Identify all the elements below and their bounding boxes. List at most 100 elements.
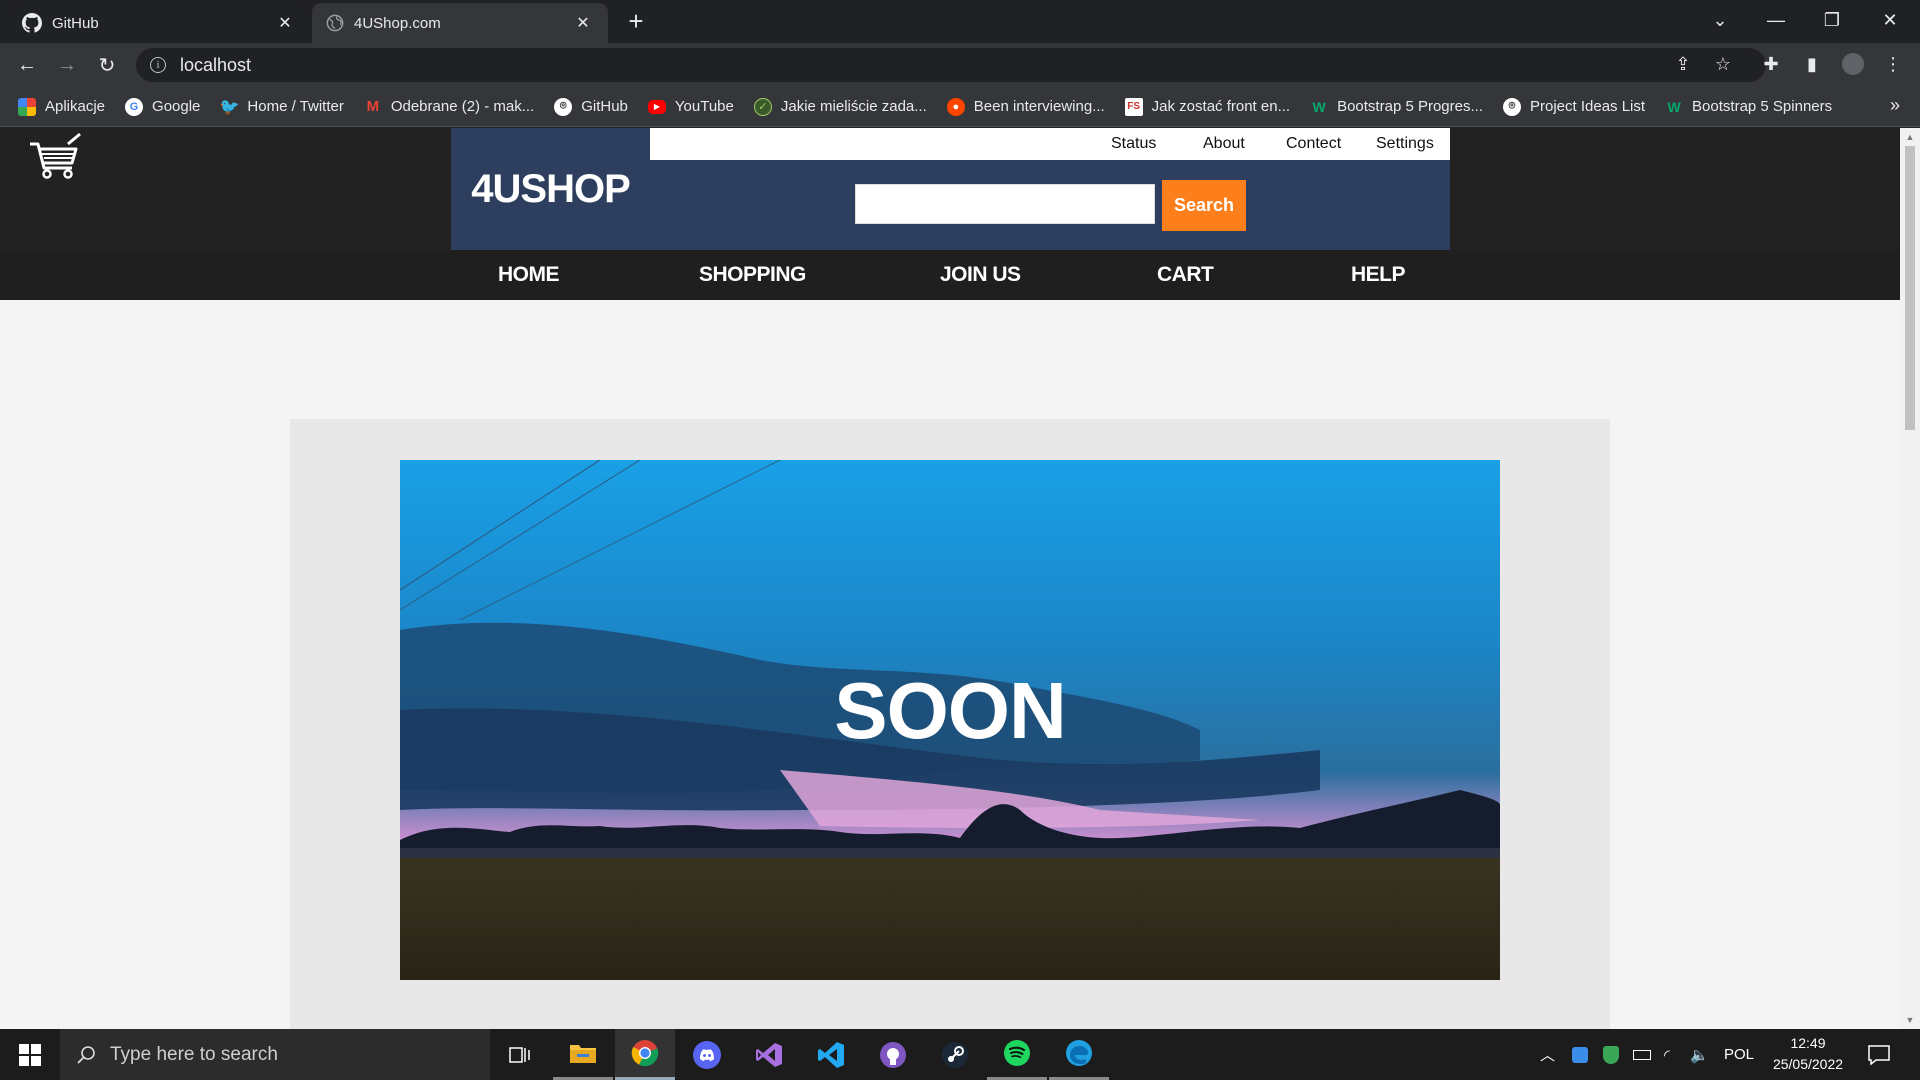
wifi-icon[interactable]: ◜: [1664, 1029, 1670, 1080]
edge-icon[interactable]: [1049, 1029, 1109, 1080]
bookmark-twitter[interactable]: 🐦 Home / Twitter: [219, 98, 343, 116]
address-bar[interactable]: i localhost: [136, 48, 1766, 82]
nav-home[interactable]: HOME: [498, 263, 560, 287]
nav-cart[interactable]: CART: [1157, 263, 1214, 287]
shopping-cart-icon[interactable]: [28, 132, 82, 180]
notifications-icon[interactable]: [1868, 1029, 1890, 1080]
new-tab-button[interactable]: +: [622, 8, 650, 36]
main-navigation: HOME SHOPPING JOIN US CART HELP: [0, 250, 1900, 300]
clock-time: 12:49: [1790, 1035, 1826, 1051]
bookmark-reddit[interactable]: ● Been interviewing...: [946, 97, 1105, 116]
nav-help[interactable]: HELP: [1351, 263, 1406, 287]
restore-icon[interactable]: ❐: [1804, 0, 1860, 40]
task-view-icon[interactable]: [490, 1029, 550, 1080]
bookmark-google[interactable]: G Google: [125, 97, 200, 116]
site-icon: ✓: [753, 97, 772, 116]
bookmark-bootstrap-spinners[interactable]: W Bootstrap 5 Spinners: [1665, 98, 1832, 116]
github-icon: [22, 13, 42, 33]
show-hidden-icons-chevron-icon[interactable]: ︿: [1540, 1029, 1555, 1080]
nav-join-us[interactable]: JOIN US: [940, 263, 1021, 287]
page-viewport: 4USHOP Status About Contect Settings Sea…: [0, 128, 1900, 1029]
link-about[interactable]: About: [1203, 135, 1245, 153]
bookmark-aplikacje[interactable]: Aplikacje: [18, 97, 105, 116]
tab-title: 4UShop.com: [354, 14, 441, 32]
bookmarks-bar: Aplikacje G Google 🐦 Home / Twitter M Od…: [0, 87, 1920, 127]
browser-toolbar: ← → ↻ i localhost ⇪ ☆ ✚ ▮ ⋮: [0, 43, 1920, 87]
tab-4ushop[interactable]: 4UShop.com ✕: [312, 3, 608, 43]
w3-icon: W: [1312, 98, 1326, 115]
github-icon: ⌾: [554, 97, 573, 116]
hero-banner: SOON: [400, 460, 1500, 980]
windows-taskbar: Type here to search ︿ ◜ 🔈 POL 12:49 25/0…: [0, 1029, 1920, 1080]
youtube-icon: ▶: [647, 99, 666, 114]
brand-logo[interactable]: 4USHOP: [451, 128, 650, 250]
scroll-down-icon[interactable]: ▼: [1905, 1015, 1915, 1025]
steam-icon[interactable]: [925, 1029, 985, 1080]
fs-icon: FS: [1124, 97, 1143, 116]
scroll-up-icon[interactable]: ▲: [1905, 132, 1915, 142]
tab-close-icon[interactable]: ✕: [274, 12, 296, 34]
tab-title: GitHub: [52, 14, 99, 32]
google-icon: G: [125, 97, 144, 116]
close-window-icon[interactable]: ✕: [1862, 0, 1918, 40]
tab-search-chevron-icon[interactable]: ⌄: [1692, 0, 1748, 40]
input-language[interactable]: POL: [1724, 1029, 1754, 1080]
visual-studio-icon[interactable]: [739, 1029, 799, 1080]
globe-icon: [326, 14, 344, 32]
discord-icon[interactable]: [677, 1029, 737, 1080]
search-button[interactable]: Search: [1162, 180, 1246, 231]
tab-github[interactable]: GitHub ✕: [8, 3, 310, 43]
windows-start-button[interactable]: [0, 1029, 60, 1080]
file-explorer-icon[interactable]: [553, 1029, 613, 1080]
bookmark-star-icon[interactable]: ☆: [1710, 51, 1736, 77]
site-info-icon[interactable]: i: [150, 57, 166, 73]
taskbar-search-box[interactable]: Type here to search: [60, 1029, 490, 1080]
scrollbar-thumb[interactable]: [1905, 146, 1915, 430]
browser-menu-icon[interactable]: ⋮: [1880, 51, 1906, 77]
github-desktop-icon[interactable]: [863, 1029, 923, 1080]
browser-tab-strip: GitHub ✕ 4UShop.com ✕ + ⌄ — ❐ ✕: [0, 0, 1920, 43]
vscode-icon[interactable]: [801, 1029, 861, 1080]
search-input[interactable]: [855, 184, 1155, 224]
share-icon[interactable]: ⇪: [1670, 51, 1696, 77]
nav-shopping[interactable]: SHOPPING: [699, 263, 806, 287]
extensions-puzzle-icon[interactable]: ✚: [1758, 51, 1784, 77]
reload-icon[interactable]: ↻: [92, 50, 122, 80]
link-contect[interactable]: Contect: [1286, 135, 1341, 153]
minimize-icon[interactable]: —: [1748, 0, 1804, 40]
w3-icon: W: [1667, 98, 1681, 115]
gmail-icon: M: [366, 98, 380, 115]
bookmark-project-ideas[interactable]: ⌾ Project Ideas List: [1502, 97, 1645, 116]
profile-avatar[interactable]: [1840, 51, 1866, 77]
tab-close-icon[interactable]: ✕: [572, 12, 594, 34]
banner-heading: SOON: [834, 666, 1067, 755]
content-panel: SOON: [290, 419, 1610, 1029]
search-icon: [77, 1045, 95, 1064]
bookmark-jakie-mieliscie[interactable]: ✓ Jakie mieliście zada...: [753, 97, 927, 116]
volume-icon[interactable]: 🔈: [1690, 1029, 1709, 1080]
system-clock[interactable]: 12:49 25/05/2022: [1760, 1033, 1856, 1075]
link-status[interactable]: Status: [1111, 135, 1156, 153]
bookmark-bootstrap-progress[interactable]: W Bootstrap 5 Progres...: [1310, 98, 1483, 116]
github-icon: ⌾: [1502, 97, 1521, 116]
page-scrollbar[interactable]: ▲ ▼: [1900, 128, 1920, 1029]
spotify-icon[interactable]: [987, 1029, 1047, 1080]
more-bookmarks-icon[interactable]: »: [1890, 95, 1900, 116]
battery-icon[interactable]: [1633, 1029, 1651, 1080]
chrome-icon[interactable]: [615, 1029, 675, 1080]
bookmark-github[interactable]: ⌾ GitHub: [554, 97, 628, 116]
bookmark-youtube[interactable]: ▶ YouTube: [647, 98, 734, 115]
clock-date: 25/05/2022: [1772, 1056, 1844, 1072]
brand-name: 4USHOP: [471, 166, 630, 211]
windows-logo-icon: [19, 1043, 41, 1066]
tray-app-icon[interactable]: [1572, 1029, 1588, 1080]
bookmark-gmail[interactable]: M Odebrane (2) - mak...: [364, 98, 535, 116]
forward-arrow-icon[interactable]: →: [52, 50, 82, 80]
side-panel-icon[interactable]: ▮: [1799, 51, 1825, 77]
twitter-icon: 🐦: [219, 98, 240, 116]
link-settings[interactable]: Settings: [1376, 135, 1434, 153]
security-shield-icon[interactable]: [1603, 1029, 1619, 1080]
back-arrow-icon[interactable]: ←: [12, 50, 42, 80]
bookmark-front-end[interactable]: FS Jak zostać front en...: [1124, 97, 1290, 116]
reddit-icon: ●: [946, 97, 965, 116]
